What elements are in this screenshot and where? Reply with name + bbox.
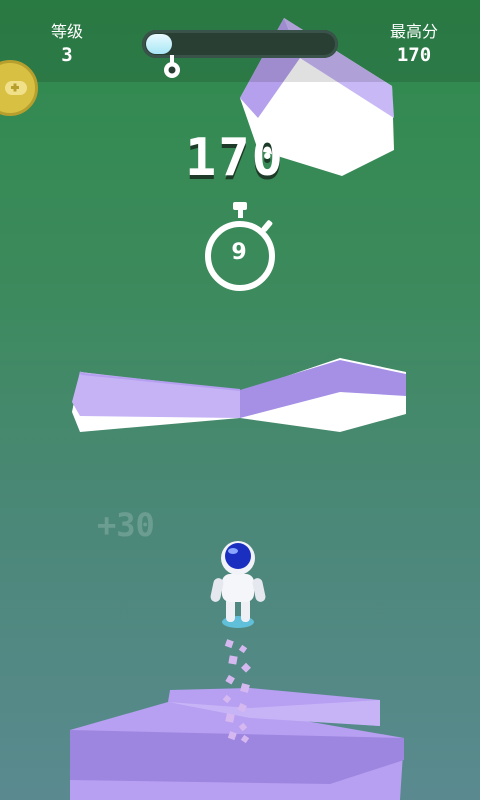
level-progress-bar: [142, 30, 338, 58]
gamepad-icon: [5, 81, 27, 95]
side-menu-button[interactable]: [0, 60, 38, 116]
level-progress-fill: [146, 34, 172, 54]
top-hud: 等级 3 最高分 170: [0, 0, 480, 82]
bottom-platform: [70, 688, 404, 800]
best-score-stat: 最高分 170: [369, 22, 459, 68]
game-scene: [70, 18, 406, 800]
level-value: 3: [61, 44, 73, 66]
bonus-popup: +30: [97, 506, 155, 544]
best-score-value: 170: [396, 44, 432, 66]
current-score: 170: [185, 128, 285, 188]
middle-platform: [72, 358, 406, 432]
level-label: 等级: [50, 22, 83, 41]
level-stat: 等级 3: [22, 22, 112, 68]
pin-marker-icon: [164, 55, 180, 78]
best-score-label: 最高分: [389, 22, 438, 41]
player-astronaut: [210, 541, 266, 628]
timer-seconds: 9: [231, 240, 247, 265]
